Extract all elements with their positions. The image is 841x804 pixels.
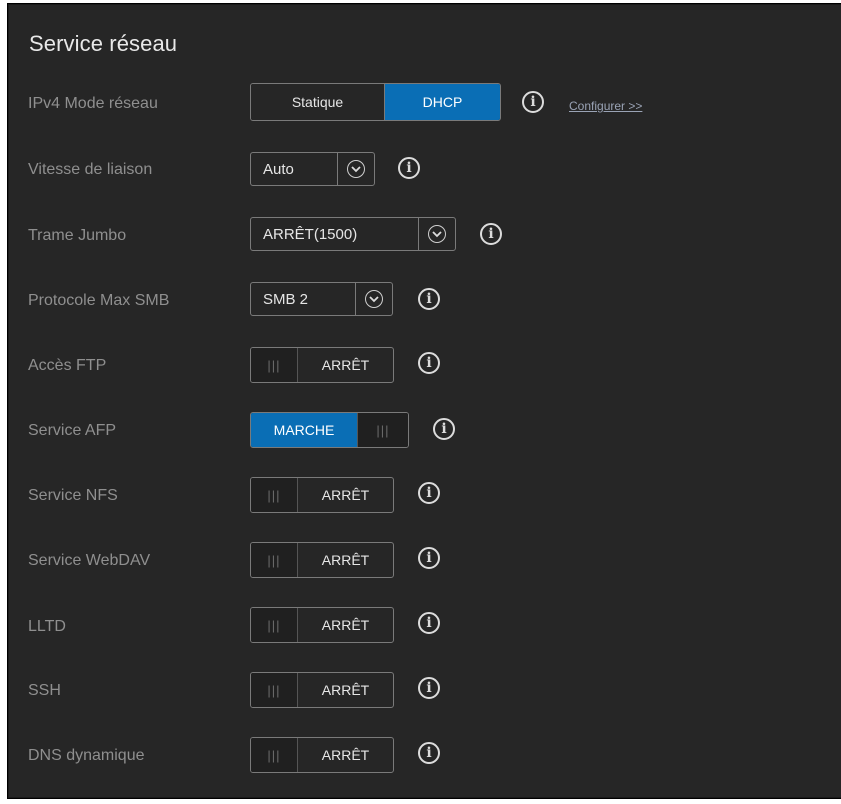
- ftp-access-toggle[interactable]: ||| ARRÊT: [250, 347, 394, 383]
- chevron-down-icon: [428, 225, 446, 243]
- nfs-service-toggle[interactable]: ||| ARRÊT: [250, 477, 394, 513]
- nfs-service-state: ARRÊT: [321, 487, 370, 503]
- toggle-grip-icon: |||: [251, 608, 298, 642]
- info-icon[interactable]: i: [418, 677, 440, 699]
- dynamic-dns-state: ARRÊT: [321, 747, 370, 763]
- jumbo-frame-dropdown-button[interactable]: [419, 218, 455, 250]
- lltd-label: LLTD: [28, 618, 66, 635]
- toggle-grip-icon: |||: [251, 348, 298, 382]
- smb-protocol-dropdown-button[interactable]: [356, 283, 392, 315]
- toggle-grip-icon: |||: [251, 673, 298, 707]
- chevron-down-icon: [365, 290, 383, 308]
- ssh-state: ARRÊT: [321, 682, 370, 698]
- lltd-toggle[interactable]: ||| ARRÊT: [250, 607, 394, 643]
- ipv4-mode-dhcp-option[interactable]: DHCP: [385, 84, 500, 120]
- afp-service-label: Service AFP: [28, 422, 117, 439]
- info-icon[interactable]: i: [398, 157, 420, 179]
- dynamic-dns-label: DNS dynamique: [28, 747, 145, 764]
- toggle-grip-icon: |||: [251, 738, 298, 772]
- link-speed-value: Auto: [251, 153, 338, 185]
- info-icon[interactable]: i: [418, 547, 440, 569]
- nfs-service-label: Service NFS: [28, 487, 118, 504]
- afp-service-toggle[interactable]: MARCHE |||: [250, 412, 409, 448]
- jumbo-frame-select[interactable]: ARRÊT(1500): [250, 217, 456, 251]
- ipv4-mode-label: IPv4 Mode réseau: [28, 95, 158, 112]
- info-icon[interactable]: i: [480, 223, 502, 245]
- webdav-service-state: ARRÊT: [321, 552, 370, 568]
- info-icon[interactable]: i: [418, 482, 440, 504]
- webdav-service-label: Service WebDAV: [28, 552, 151, 569]
- info-icon[interactable]: i: [433, 418, 455, 440]
- toggle-grip-icon: |||: [357, 413, 408, 447]
- link-speed-label: Vitesse de liaison: [28, 161, 153, 178]
- info-icon[interactable]: i: [418, 612, 440, 634]
- info-icon[interactable]: i: [522, 91, 544, 113]
- ftp-access-label: Accès FTP: [28, 357, 107, 374]
- toggle-grip-icon: |||: [251, 478, 298, 512]
- dynamic-dns-toggle[interactable]: ||| ARRÊT: [250, 737, 394, 773]
- link-speed-select[interactable]: Auto: [250, 152, 375, 186]
- webdav-service-toggle[interactable]: ||| ARRÊT: [250, 542, 394, 578]
- configure-link[interactable]: Configurer >>: [569, 99, 642, 113]
- ssh-label: SSH: [28, 682, 61, 699]
- ssh-toggle[interactable]: ||| ARRÊT: [250, 672, 394, 708]
- ftp-access-state: ARRÊT: [321, 357, 370, 373]
- page-title: Service réseau: [29, 31, 178, 56]
- lltd-state: ARRÊT: [321, 617, 370, 633]
- info-icon[interactable]: i: [418, 352, 440, 374]
- smb-protocol-value: SMB 2: [251, 283, 356, 315]
- smb-protocol-select[interactable]: SMB 2: [250, 282, 393, 316]
- jumbo-frame-value: ARRÊT(1500): [251, 218, 419, 250]
- network-service-panel: Service réseau IPv4 Mode réseau Statique…: [7, 3, 841, 799]
- toggle-grip-icon: |||: [251, 543, 298, 577]
- jumbo-frame-label: Trame Jumbo: [28, 227, 127, 244]
- ipv4-mode-static-option[interactable]: Statique: [251, 84, 385, 120]
- link-speed-dropdown-button[interactable]: [338, 153, 374, 185]
- info-icon[interactable]: i: [418, 288, 440, 310]
- ipv4-mode-segmented: Statique DHCP: [250, 83, 501, 121]
- info-icon[interactable]: i: [418, 742, 440, 764]
- afp-service-state: MARCHE: [251, 413, 357, 447]
- chevron-down-icon: [347, 160, 365, 178]
- smb-protocol-label: Protocole Max SMB: [28, 292, 170, 309]
